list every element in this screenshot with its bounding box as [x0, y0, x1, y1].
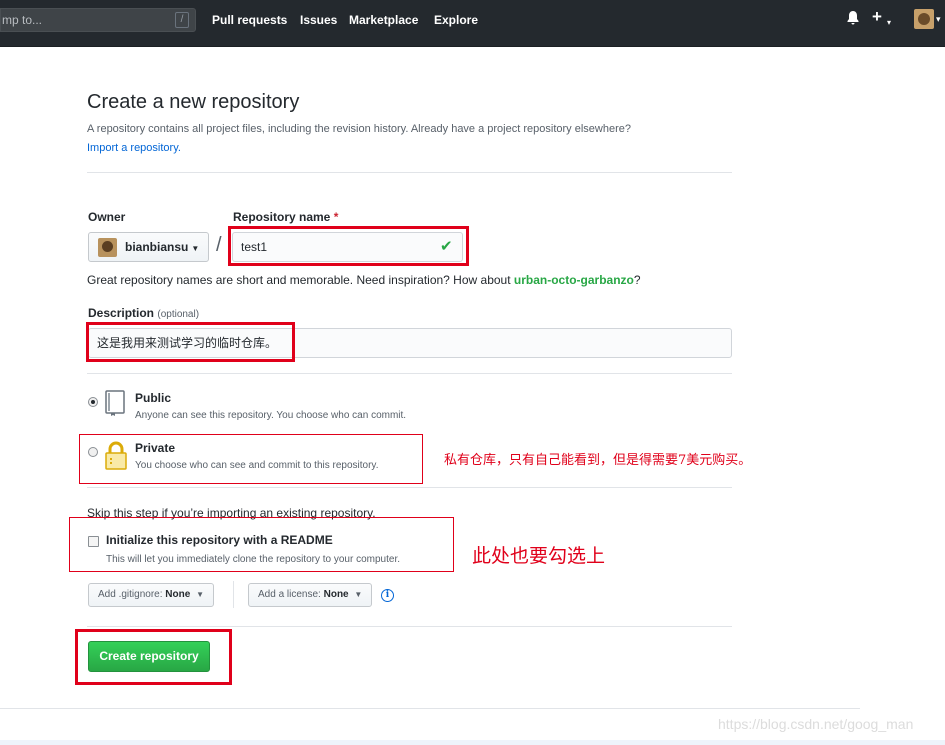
- top-nav-bar: mp to... / Pull requests Issues Marketpl…: [0, 0, 945, 47]
- public-radio[interactable]: [88, 397, 98, 407]
- public-title: Public: [135, 391, 172, 405]
- nav-issues[interactable]: Issues: [300, 13, 337, 27]
- user-avatar[interactable]: [914, 9, 934, 29]
- required-mark: *: [333, 210, 339, 224]
- annotation-box-description: [86, 322, 295, 362]
- repo-name-hint: Great repository names are short and mem…: [87, 273, 641, 287]
- plus-icon[interactable]: +: [872, 8, 882, 26]
- gitignore-select-button[interactable]: Add .gitignore: None ▼: [88, 583, 214, 607]
- slash-shortcut-key: /: [175, 12, 189, 28]
- annotation-box-readme: [69, 517, 454, 572]
- readme-annotation-note: 此处也要勾选上: [472, 545, 606, 567]
- owner-caret-icon: ▼: [191, 244, 200, 253]
- bell-icon[interactable]: [846, 10, 860, 30]
- private-annotation-note: 私有仓库，只有自己能看到，但是得需要7美元购买。: [444, 453, 752, 468]
- avatar-caret-icon[interactable]: ▾: [936, 14, 941, 25]
- owner-label: Owner: [88, 210, 126, 224]
- annotation-box-create: [75, 629, 232, 685]
- nav-marketplace[interactable]: Marketplace: [349, 13, 418, 27]
- nav-pull-requests[interactable]: Pull requests: [212, 13, 287, 27]
- license-select-button[interactable]: Add a license: None ▼: [248, 583, 373, 607]
- gitignore-caret-icon: ▼: [196, 590, 204, 599]
- select-separator: [233, 581, 234, 608]
- license-caret-icon: ▼: [354, 590, 363, 599]
- watermark: https://blog.csdn.net/goog_man: [718, 716, 914, 732]
- divider: [87, 373, 732, 374]
- repo-name-label: Repository name *: [233, 210, 339, 224]
- page-title: Create a new repository: [87, 91, 300, 113]
- nav-explore[interactable]: Explore: [434, 13, 478, 27]
- name-suggestion: urban-octo-garbanzo: [513, 273, 634, 287]
- search-input[interactable]: mp to... /: [0, 8, 196, 32]
- import-repository-link[interactable]: Import a repository.: [87, 142, 181, 154]
- divider: [87, 626, 732, 627]
- info-icon[interactable]: i: [381, 589, 394, 602]
- owner-avatar: [98, 238, 117, 257]
- annotation-box-repo-name: [228, 226, 469, 266]
- owner-select-button[interactable]: bianbiansu ▼: [88, 232, 209, 262]
- public-description: Anyone can see this repository. You choo…: [135, 410, 407, 421]
- footer-divider: [0, 708, 860, 709]
- description-label: Description (optional): [88, 306, 200, 320]
- page-subtitle: A repository contains all project files,…: [87, 123, 631, 135]
- optional-tag: (optional): [157, 309, 200, 320]
- annotation-box-private: [79, 434, 423, 484]
- book-icon: [105, 390, 125, 416]
- footer-strip: [0, 740, 945, 745]
- divider: [87, 172, 732, 173]
- plus-caret-icon[interactable]: ▾: [887, 14, 891, 32]
- search-placeholder: mp to...: [2, 13, 43, 27]
- owner-value: bianbiansu: [125, 240, 189, 254]
- owner-repo-separator: /: [216, 234, 222, 256]
- divider: [87, 487, 732, 488]
